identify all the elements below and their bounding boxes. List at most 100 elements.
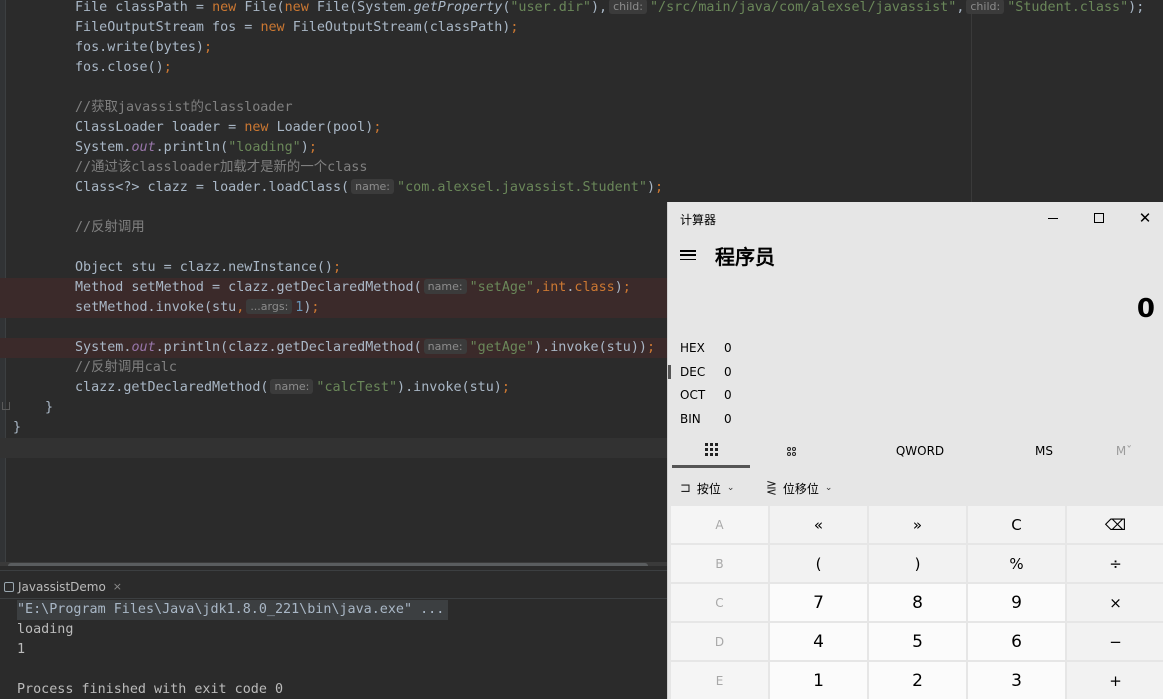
code-line[interactable]: File classPath = new File(new File(Syste… (0, 0, 1163, 18)
base-row-bin[interactable]: BIN 0 (668, 408, 1163, 430)
code-token: ,int (534, 280, 567, 295)
code-line[interactable]: fos.close(); (0, 58, 1163, 78)
code-token: ); (1128, 0, 1145, 15)
code-text: } (13, 418, 21, 438)
code-text: ClassLoader loader = new Loader(pool); (75, 118, 381, 138)
window-title: 计算器 (680, 213, 717, 227)
digit-4-button[interactable]: 4 (770, 623, 867, 660)
code-line[interactable]: setMethod.invoke(stu, ...args: 1); (0, 298, 667, 318)
code-token: class (574, 280, 615, 295)
close-paren-button[interactable]: ) (869, 545, 966, 582)
code-token: .println(clazz.getDeclaredMethod( (155, 340, 422, 355)
calculator-titlebar[interactable]: 计算器 ✕ (668, 202, 1163, 234)
digit-6-button[interactable]: 6 (968, 623, 1065, 660)
tab-full-keypad[interactable] (672, 434, 750, 468)
code-line[interactable]: Class<?> clazz = loader.loadClass(name: "… (0, 178, 1163, 198)
key-c[interactable]: C (671, 584, 768, 621)
run-tab-javassistdemo[interactable]: JavassistDemo × (0, 577, 128, 597)
close-tab-icon[interactable]: × (113, 577, 122, 597)
digit-2-button[interactable]: 2 (869, 662, 966, 699)
code-line[interactable] (0, 78, 1163, 98)
code-token: File(System. (316, 0, 414, 15)
subtract-button[interactable]: − (1067, 623, 1163, 660)
editor-horizontal-scrollbar[interactable] (0, 562, 667, 566)
code-token: ).invoke(stu) (397, 380, 502, 395)
key-b[interactable]: B (671, 545, 768, 582)
parameter-hint: ...args: (246, 299, 293, 314)
code-text: Object stu = clazz.newInstance(); (75, 258, 341, 278)
code-line[interactable]: FileOutputStream fos = new FileOutputStr… (0, 18, 1163, 38)
code-token: , (236, 300, 245, 315)
key-d[interactable]: D (671, 623, 768, 660)
percent-button[interactable]: % (968, 545, 1065, 582)
parameter-hint: child: (609, 0, 647, 14)
minimize-button[interactable] (1030, 202, 1076, 234)
divide-button[interactable]: ÷ (1067, 545, 1163, 582)
code-line[interactable]: System.out.println("loading"); (0, 138, 1163, 158)
memory-list-button[interactable]: Mˇ (1104, 434, 1144, 468)
digit-9-button[interactable]: 9 (968, 584, 1065, 621)
maximize-button[interactable] (1076, 202, 1122, 234)
parameter-hint: name: (423, 279, 467, 294)
code-token: out (131, 140, 156, 155)
bitwise-dropdown[interactable]: ⊐ 按位 ⌄ (680, 474, 734, 502)
scrollbar-thumb[interactable] (8, 563, 648, 566)
code-token: "calcTest" (316, 380, 398, 395)
code-line[interactable]: //获取javassist的classloader (0, 98, 1163, 118)
bitwise-label: 按位 (696, 481, 721, 496)
code-token: ; (332, 260, 342, 275)
add-button[interactable]: + (1067, 662, 1163, 699)
backspace-button[interactable]: ⌫ (1067, 506, 1163, 543)
word-size-button[interactable]: QWORD (878, 434, 962, 468)
console-output-line: 1 (17, 642, 26, 657)
code-text: System.out.println("loading"); (75, 138, 317, 158)
clear-button[interactable]: C (968, 506, 1065, 543)
shift-right-button[interactable]: » (869, 506, 966, 543)
tab-bit-toggle[interactable] (752, 434, 830, 468)
digit-1-button[interactable]: 1 (770, 662, 867, 699)
base-row-oct[interactable]: OCT 0 (668, 384, 1163, 406)
code-line[interactable]: ClassLoader loader = new Loader(pool); (0, 118, 1163, 138)
base-row-hex[interactable]: HEX 0 (668, 337, 1163, 359)
console-output-line: loading (17, 622, 74, 637)
keypad-icon (704, 443, 718, 456)
multiply-button[interactable]: × (1067, 584, 1163, 621)
console-command-line[interactable]: "E:\Program Files\Java\jdk1.8.0_221\bin\… (17, 600, 449, 620)
code-text: //获取javassist的classloader (75, 98, 293, 118)
chevron-down-icon: ⌄ (726, 483, 735, 493)
code-token: fos.close() (75, 60, 164, 75)
digit-5-button[interactable]: 5 (869, 623, 966, 660)
parameter-hint: name: (270, 379, 314, 394)
code-text: File classPath = new File(new File(Syste… (75, 0, 1144, 18)
memory-store-button[interactable]: MS (1020, 434, 1068, 468)
code-line[interactable]: System.out.println(clazz.getDeclaredMeth… (0, 338, 667, 358)
code-token: Method setMethod = clazz.getDeclaredMeth… (75, 280, 422, 295)
bitshift-dropdown[interactable]: ⋛ 位移位 ⌄ (766, 474, 832, 502)
code-token: "com.alexsel.javassist.Student" (397, 180, 647, 195)
digit-8-button[interactable]: 8 (869, 584, 966, 621)
code-line[interactable]: fos.write(bytes); (0, 38, 1163, 58)
code-token: new (212, 0, 245, 15)
code-line[interactable]: Method setMethod = clazz.getDeclaredMeth… (0, 278, 667, 298)
minimize-icon (1048, 217, 1058, 219)
code-text: fos.close(); (75, 58, 172, 78)
code-token: } (45, 400, 54, 415)
base-row-dec[interactable]: DEC 0 (668, 361, 1163, 383)
code-token: ; (646, 340, 656, 355)
hamburger-menu-icon[interactable] (680, 248, 696, 262)
fold-marker-icon[interactable] (2, 402, 10, 410)
code-text: fos.write(bytes); (75, 38, 212, 58)
base-value: 0 (724, 365, 732, 379)
digit-3-button[interactable]: 3 (968, 662, 1065, 699)
open-paren-button[interactable]: ( (770, 545, 867, 582)
key-a[interactable]: A (671, 506, 768, 543)
code-text: setMethod.invoke(stu, ...args: 1); (75, 298, 319, 318)
close-button[interactable]: ✕ (1122, 202, 1163, 234)
code-token: .println( (155, 140, 229, 155)
digit-7-button[interactable]: 7 (770, 584, 867, 621)
code-line[interactable]: //通过该classloader加载才是新的一个class (0, 158, 1163, 178)
shift-left-button[interactable]: « (770, 506, 867, 543)
application-icon (4, 582, 14, 592)
parameter-hint: child: (966, 0, 1005, 14)
key-e[interactable]: E (671, 662, 768, 699)
